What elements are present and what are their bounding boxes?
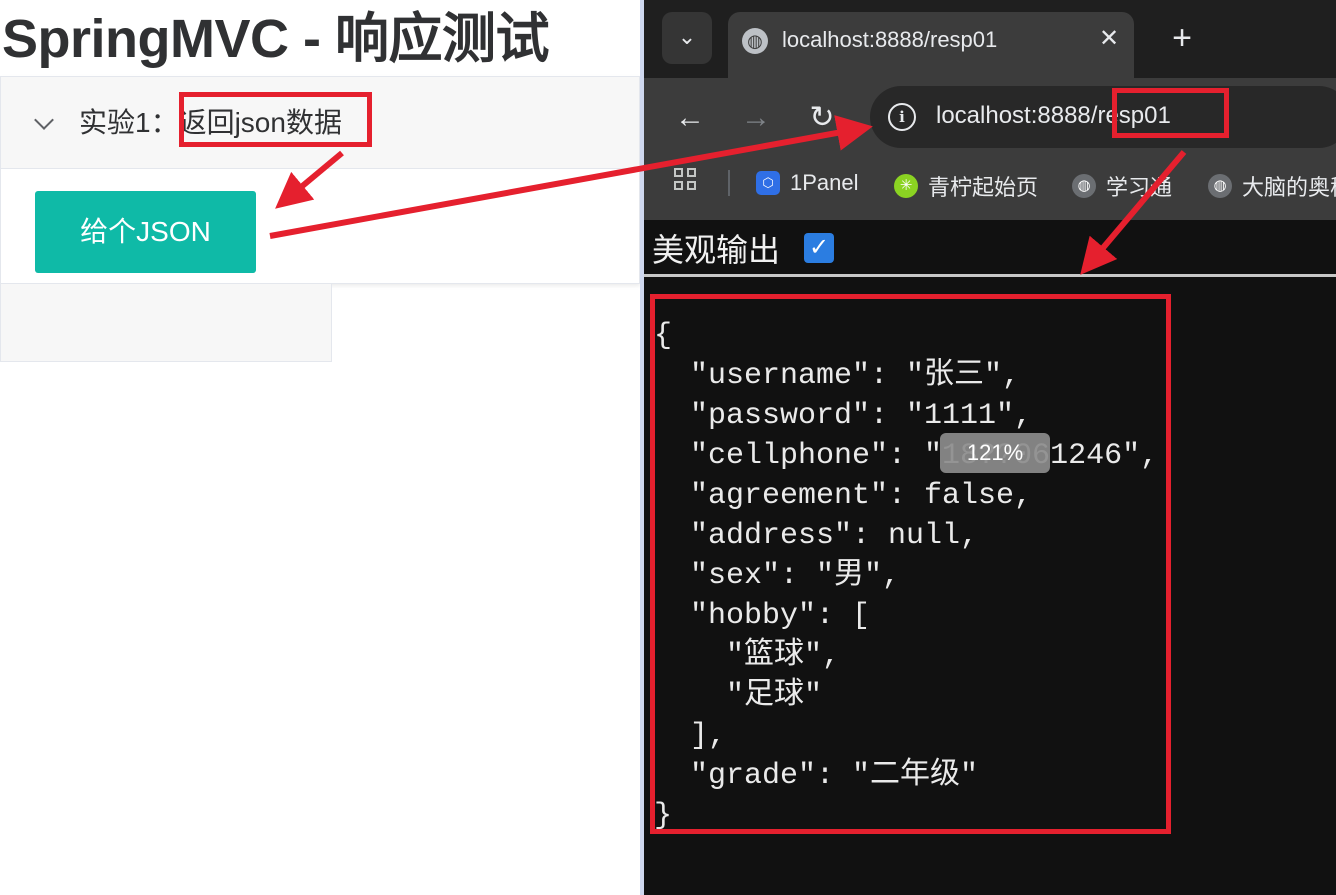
browser-window: ⌄ ◍ localhost:8888/resp01 ✕ + ← → ↻ i lo… [644, 0, 1336, 895]
json-line: "hobby": [ [690, 599, 871, 633]
url-text[interactable]: localhost:8888/resp01 [936, 101, 1171, 131]
bookmark-label: 大脑的奥秘 [1242, 175, 1336, 200]
bookmark-1panel[interactable]: ⬡ 1Panel [756, 170, 859, 200]
json-line: "grade": "二年级" [690, 759, 979, 793]
experiment-collapse-panel: 实验1：返回json数据 给个JSON [0, 76, 640, 284]
back-arrow-icon[interactable]: ← [668, 96, 712, 140]
bookmark-label: 青柠起始页 [928, 175, 1039, 200]
chevron-down-icon[interactable] [34, 110, 54, 130]
page-title: SpringMVC - 响应测试 [2, 9, 549, 69]
json-line: "cellphone": "18??061246", [690, 439, 1158, 473]
collapse-header[interactable]: 实验1：返回json数据 [1, 77, 639, 169]
close-icon[interactable]: ✕ [1094, 22, 1124, 56]
json-line: ], [690, 719, 727, 753]
globe-icon: ◍ [742, 28, 768, 54]
json-line: "agreement": false, [690, 479, 1033, 513]
tab-title: localhost:8888/resp01 [782, 27, 998, 52]
bookmark-xuexitong[interactable]: ◍ 学习通 [1072, 170, 1172, 200]
apps-grid-icon[interactable] [674, 168, 700, 194]
url-path: /resp01 [1090, 102, 1171, 129]
tab-resp01[interactable]: ◍ localhost:8888/resp01 ✕ [728, 12, 1134, 78]
url-host: localhost:8888 [936, 102, 1091, 129]
bookmark-danao[interactable]: ◍ 大脑的奥秘 [1208, 170, 1336, 200]
new-tab-button[interactable]: + [1164, 18, 1200, 58]
address-bar[interactable]: i localhost:8888/resp01 [870, 86, 1336, 148]
tab-search-icon[interactable]: ⌄ [662, 12, 712, 64]
bookmark-separator [728, 170, 730, 196]
json-line: "足球" [726, 679, 823, 713]
json-line: "password": "1111", [690, 399, 1033, 433]
json-viewer-toolbar: 美观输出 ✓ [644, 224, 1336, 277]
browser-toolbar: ← → ↻ i localhost:8888/resp01 [644, 78, 1336, 158]
globe-icon: ◍ [1072, 174, 1096, 198]
reload-icon[interactable]: ↻ [800, 96, 844, 140]
hexagon-icon: ⬡ [756, 171, 780, 195]
json-line: "username": "张三", [690, 359, 1021, 393]
pretty-print-checkbox[interactable]: ✓ [804, 233, 834, 263]
experiment-name: 返回json数据 [178, 107, 342, 138]
json-line: "sex": "男", [690, 559, 901, 593]
give-json-button[interactable]: 给个JSON [35, 191, 256, 273]
tab-strip: ⌄ ◍ localhost:8888/resp01 ✕ + [644, 0, 1336, 78]
site-info-icon[interactable]: i [888, 103, 916, 131]
experiment-number: 实验1： [79, 107, 179, 138]
forward-arrow-icon[interactable]: → [734, 96, 778, 140]
globe-icon: ◍ [1208, 174, 1232, 198]
json-line: "篮球", [726, 639, 841, 673]
json-line: } [654, 799, 673, 833]
json-line: "address": null, [690, 519, 979, 553]
bookmark-label: 1Panel [790, 170, 859, 195]
pretty-print-label: 美观输出 [652, 232, 781, 268]
collapse-panel-footer [0, 284, 332, 362]
lime-icon: ✳ [894, 174, 918, 198]
bookmark-label: 学习通 [1106, 175, 1173, 200]
bookmark-qingning[interactable]: ✳ 青柠起始页 [894, 170, 1038, 200]
experiment-title: 实验1：返回json数据 [79, 105, 342, 141]
zoom-level-badge: 121% [940, 433, 1050, 473]
json-line: { [654, 319, 673, 353]
json-response-body: { "username": "张三", "password": "1111", … [654, 316, 1158, 836]
